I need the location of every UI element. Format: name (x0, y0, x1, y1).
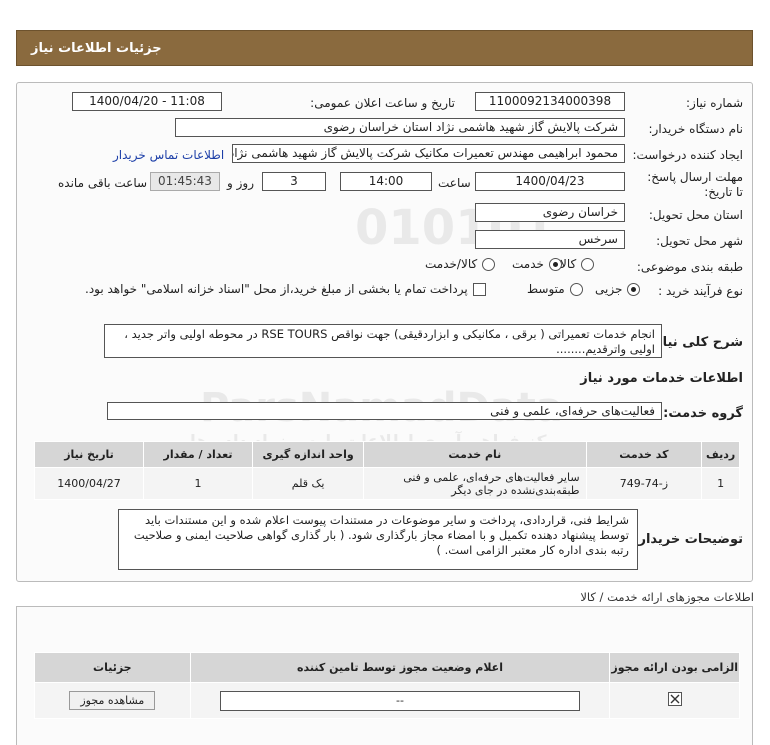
x-mark-icon (670, 694, 680, 704)
cell-license-required (609, 682, 740, 719)
province-field: خراسان رضوی (475, 203, 625, 222)
col-license-required: الزامی بودن ارائه مجوز (609, 652, 740, 683)
need-number-field: 1100092134000398 (475, 92, 625, 111)
summary-textarea: انجام خدمات تعمیراتی ( برقی ، مکانیکی و … (104, 324, 662, 358)
page-title: جزئیات اطلاعات نیاز (31, 40, 162, 56)
days-field: 3 (262, 172, 326, 191)
cell-row: 1 (701, 467, 740, 500)
page-header: جزئیات اطلاعات نیاز (16, 30, 753, 66)
table-row: 1 ز-74-749 سایر فعالیت‌های حرفه‌ای، علمی… (33, 467, 740, 500)
treasury-checkbox[interactable] (472, 282, 486, 296)
deadline-time-label: ساعت (438, 176, 471, 190)
city-label: شهر محل تحویل: (656, 234, 743, 248)
deadline-date-field: 1400/04/23 (475, 172, 625, 191)
buyer-label: نام دستگاه خریدار: (648, 122, 744, 136)
purchase-type-label: نوع فرآیند خرید : (658, 284, 743, 298)
cell-code: ز-74-749 (585, 467, 703, 500)
services-section-title: اطلاعات خدمات مورد نیاز (580, 371, 743, 386)
services-table: ردیف کد خدمت نام خدمت واحد اندازه گیری ت… (33, 441, 740, 500)
licenses-table: الزامی بودن ارائه مجوز اعلام وضعیت مجوز … (34, 652, 740, 719)
buyer-contact-link[interactable]: اطلاعات تماس خریدار (113, 148, 224, 162)
col-license-details: جزئیات (34, 652, 191, 683)
col-name: نام خدمت (363, 441, 587, 468)
service-group-label: گروه خدمت: (663, 406, 743, 421)
purchase-small-text: جزیی (595, 282, 623, 296)
deadline-label: مهلت ارسال پاسخ: تا تاریخ: (647, 170, 743, 199)
license-required-checkbox (667, 692, 682, 706)
licenses-section-title: اطلاعات مجوزهای ارائه خدمت / کالا (580, 590, 754, 604)
col-license-status: اعلام وضعیت مجوز توسط تامین کننده (189, 652, 611, 683)
announce-label: تاریخ و ساعت اعلان عمومی: (310, 96, 455, 110)
deadline-time-field: 14:00 (340, 172, 432, 191)
service-group-field: فعالیت‌های حرفه‌ای، علمی و فنی (107, 402, 662, 420)
category-label: طبقه بندی موضوعی: (636, 260, 743, 274)
category-option-goods[interactable]: کالا (560, 257, 595, 271)
buyer-notes-textarea: شرایط فنی، قراردادی، پرداخت و سایر موضوع… (118, 509, 638, 570)
purchase-small-radio[interactable] (627, 282, 641, 296)
purchase-option-small[interactable]: جزیی (595, 282, 641, 296)
cell-qty: 1 (143, 467, 253, 500)
creator-label: ایجاد کننده درخواست: (632, 148, 743, 162)
category-service-radio[interactable] (548, 257, 562, 271)
col-code: کد خدمت (585, 441, 703, 468)
col-unit: واحد اندازه گیری (251, 441, 365, 468)
purchase-medium-radio[interactable] (569, 282, 583, 296)
category-service-text: خدمت (512, 257, 544, 271)
treasury-payment-option[interactable]: پرداخت تمام یا بخشی از مبلغ خرید،از محل … (85, 282, 486, 296)
creator-field: محمود ابراهیمی مهندس تعمیرات مکانیک شرکت… (232, 144, 625, 163)
category-option-service[interactable]: خدمت (512, 257, 562, 271)
cell-date: 1400/04/27 (33, 467, 145, 500)
cell-name: سایر فعالیت‌های حرفه‌ای، علمی و فنی طبقه… (363, 467, 587, 500)
col-row: ردیف (701, 441, 740, 468)
remaining-time-field: 01:45:43 (150, 172, 220, 191)
buyer-field: شرکت پالایش گاز شهید هاشمی نژاد استان خر… (175, 118, 625, 137)
remaining-label: ساعت باقی مانده (58, 176, 148, 190)
col-date: تاریخ نیاز (33, 441, 145, 468)
purchase-medium-text: متوسط (527, 282, 565, 296)
summary-label: شرح کلی نیاز: (649, 335, 743, 350)
category-goods-service-radio[interactable] (482, 257, 496, 271)
category-goods-text: کالا (560, 257, 577, 271)
view-license-button[interactable]: مشاهده مجوز (69, 691, 156, 710)
category-goods-radio[interactable] (581, 257, 595, 271)
treasury-note: پرداخت تمام یا بخشی از مبلغ خرید،از محل … (85, 282, 468, 296)
purchase-option-medium[interactable]: متوسط (527, 282, 583, 296)
buyer-notes-label: توضیحات خریدار: (633, 532, 743, 547)
cell-license-details: مشاهده مجوز (34, 682, 191, 719)
cell-unit: یک قلم (251, 467, 365, 500)
license-status-field: -- (220, 690, 580, 711)
category-goods-service-text: کالا/خدمت (425, 257, 478, 271)
cell-license-status: -- (189, 682, 611, 719)
services-table-header: ردیف کد خدمت نام خدمت واحد اندازه گیری ت… (33, 441, 740, 468)
licenses-table-header: الزامی بودن ارائه مجوز اعلام وضعیت مجوز … (34, 652, 740, 683)
days-label: روز و (227, 176, 254, 190)
col-qty: تعداد / مقدار (143, 441, 253, 468)
city-field: سرخس (475, 230, 625, 249)
category-option-goods-service[interactable]: کالا/خدمت (425, 257, 496, 271)
table-row: -- مشاهده مجوز (34, 682, 740, 719)
province-label: استان محل تحویل: (648, 208, 743, 222)
need-number-label: شماره نیاز: (686, 96, 743, 110)
announce-field: 1400/04/20 - 11:08 (72, 92, 222, 111)
